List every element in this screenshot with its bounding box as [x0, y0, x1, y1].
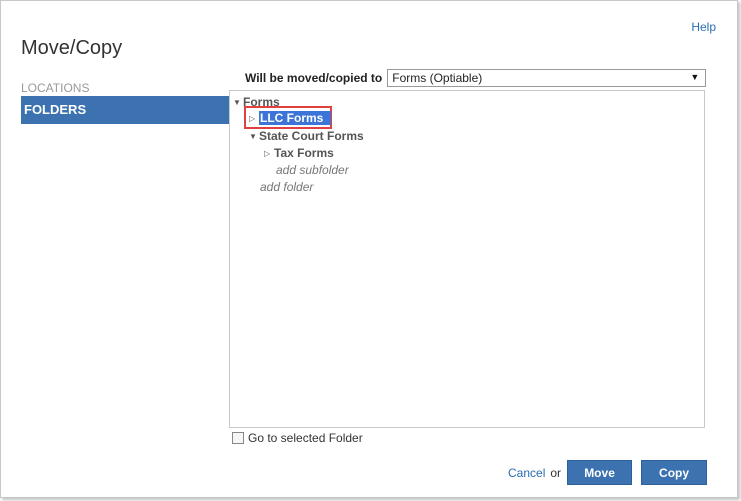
sidebar-item-folders[interactable]: FOLDERS [21, 96, 229, 124]
tree-node-llc-forms[interactable]: ▷ LLC Forms [249, 111, 332, 125]
move-button[interactable]: Move [567, 460, 633, 485]
dialog-title: Move/Copy [21, 37, 123, 59]
tree-node-label: State Court Forms [259, 129, 364, 143]
collapse-triangle-icon[interactable]: ▷ [249, 114, 259, 123]
collapse-triangle-icon[interactable]: ▷ [264, 149, 274, 158]
help-link[interactable]: Help [691, 20, 716, 34]
add-folder-link[interactable]: add folder [260, 180, 313, 194]
target-row: Will be moved/copied to Forms (Optiable)… [245, 69, 707, 87]
chevron-down-icon: ▼ [690, 72, 700, 82]
copy-button[interactable]: Copy [641, 460, 708, 485]
goto-label: Go to selected Folder [248, 431, 363, 445]
add-subfolder-link[interactable]: add subfolder [276, 163, 349, 177]
tree-node-state-court-forms[interactable]: ▼ State Court Forms [249, 129, 364, 143]
goto-selected-folder[interactable]: Go to selected Folder [232, 431, 363, 445]
dialog-footer: Cancel or Move Copy [508, 460, 708, 485]
destination-select[interactable]: Forms (Optiable) ▼ [387, 69, 707, 87]
add-folder-label: add folder [260, 180, 314, 194]
destination-select-value: Forms (Optiable) [392, 71, 483, 85]
move-copy-dialog: Help Move/Copy LOCATIONS FOLDERS Will be… [0, 0, 738, 498]
or-text: or [550, 465, 562, 480]
goto-checkbox[interactable] [232, 432, 244, 444]
expand-triangle-icon[interactable]: ▼ [233, 98, 243, 107]
expand-triangle-icon[interactable]: ▼ [249, 132, 259, 141]
cancel-link[interactable]: Cancel [508, 466, 545, 480]
add-subfolder-label: add subfolder [276, 163, 349, 177]
target-label: Will be moved/copied to [245, 71, 383, 85]
tree-node-label-selected: LLC Forms [259, 111, 332, 125]
tree-node-tax-forms[interactable]: ▷ Tax Forms [264, 146, 334, 160]
locations-heading: LOCATIONS [21, 81, 90, 95]
tree-node-label: Tax Forms [274, 146, 334, 160]
